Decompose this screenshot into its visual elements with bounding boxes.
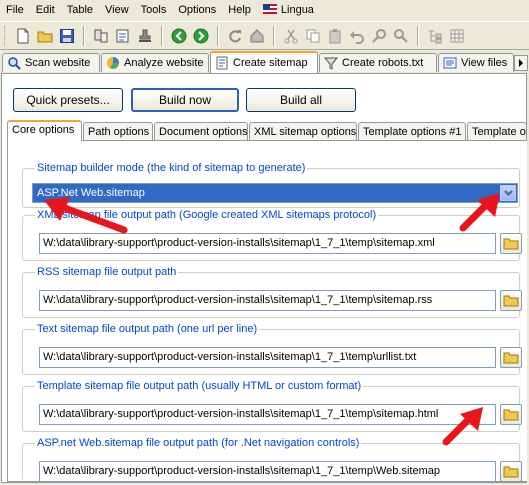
aspnet-path-input[interactable]: W:\data\library-support\product-version-…: [39, 461, 496, 482]
text-browse-button[interactable]: [500, 347, 522, 368]
menu-table[interactable]: Table: [61, 0, 99, 20]
tab-view-files[interactable]: View files: [438, 53, 514, 72]
text-path-label: Text sitemap file output path (one url p…: [35, 323, 260, 335]
save-icon[interactable]: [57, 26, 77, 46]
menu-tools[interactable]: Tools: [135, 0, 173, 20]
toolbar-icon-4[interactable]: [91, 26, 111, 46]
view-files-icon: [443, 57, 457, 69]
annotation-arrow-aspnet: [442, 407, 483, 446]
tab-scan-website-label: Scan website: [25, 57, 91, 69]
menu-options[interactable]: Options: [172, 0, 222, 20]
folder-icon: [503, 238, 519, 250]
text-path-input[interactable]: W:\data\library-support\product-version-…: [39, 347, 496, 368]
subtab-template-options-1[interactable]: Template options #1: [358, 122, 466, 140]
menu-file[interactable]: File: [0, 0, 30, 20]
toolbar-icon-5[interactable]: [113, 26, 133, 46]
us-flag-icon: [262, 4, 277, 14]
tab-scroll-button[interactable]: [514, 55, 528, 71]
annotation-arrow-dropdown: [459, 193, 500, 232]
new-icon[interactable]: [13, 26, 33, 46]
forward-icon[interactable]: [191, 26, 211, 46]
template-path-label: Template sitemap file output path (usual…: [35, 380, 364, 392]
subtab-template-options-2[interactable]: Template o: [467, 122, 527, 140]
undo-icon[interactable]: [347, 26, 367, 46]
tab-create-robots[interactable]: Create robots.txt: [319, 53, 437, 72]
create-sitemap-icon: [216, 56, 228, 70]
grid-icon[interactable]: [447, 26, 467, 46]
builder-mode-label: Sitemap builder mode (the kind of sitema…: [35, 162, 308, 174]
rss-path-label: RSS sitemap file output path: [35, 266, 179, 278]
scan-icon: [8, 57, 21, 70]
back-icon[interactable]: [169, 26, 189, 46]
copy-icon[interactable]: [303, 26, 323, 46]
tab-scan-website[interactable]: Scan website: [2, 53, 100, 72]
tab-analyze-website[interactable]: Analyze website: [101, 53, 209, 72]
cut-icon[interactable]: [281, 26, 301, 46]
toolbar-separator: [217, 25, 219, 46]
home-icon[interactable]: [247, 26, 267, 46]
tab-create-sitemap-label: Create sitemap: [233, 57, 308, 69]
template-browse-button[interactable]: [500, 404, 522, 425]
build-all-button[interactable]: Build all: [246, 88, 356, 112]
aspnet-path-label: ASP.net Web.sitemap file output path (fo…: [35, 437, 362, 449]
toolbar-separator: [417, 25, 419, 46]
robots-icon: [324, 57, 338, 70]
tab-create-robots-label: Create robots.txt: [342, 57, 424, 69]
xml-browse-button[interactable]: [500, 233, 522, 254]
folder-icon: [503, 466, 519, 478]
toolbar: [0, 21, 529, 50]
template-path-input[interactable]: W:\data\library-support\product-version-…: [39, 404, 496, 425]
tree-icon[interactable]: [425, 26, 445, 46]
analyze-icon: [107, 57, 119, 69]
find-icon[interactable]: [369, 26, 389, 46]
subtab-document-options[interactable]: Document options: [154, 122, 248, 140]
subtab-path-options[interactable]: Path options: [83, 122, 153, 140]
build-now-button[interactable]: Build now: [131, 88, 239, 112]
stamp-icon[interactable]: [135, 26, 155, 46]
menu-lingua-label: Lingua: [280, 4, 314, 16]
tab-create-sitemap[interactable]: Create sitemap: [210, 51, 318, 73]
main-tab-strip: Scan website Analyze website Create site…: [0, 51, 529, 73]
toolbar-separator: [83, 25, 85, 46]
toolbar-separator: [273, 25, 275, 46]
menu-view[interactable]: View: [99, 0, 135, 20]
toolbar-grip[interactable]: [4, 25, 8, 46]
rss-browse-button[interactable]: [500, 290, 522, 311]
quick-presets-button[interactable]: Quick presets...: [13, 88, 123, 112]
text-path-group: Text sitemap file output path (one url p…: [22, 323, 522, 375]
rss-path-input[interactable]: W:\data\library-support\product-version-…: [39, 290, 496, 311]
menu-help[interactable]: Help: [222, 0, 257, 20]
rss-path-group: RSS sitemap file output path W:\data\lib…: [22, 266, 522, 318]
tab-view-files-label: View files: [461, 57, 508, 69]
folder-icon: [503, 409, 519, 421]
subtab-xml-sitemap-options[interactable]: XML sitemap options: [249, 122, 357, 140]
open-icon[interactable]: [35, 26, 55, 46]
subtab-core-options[interactable]: Core options: [7, 120, 82, 141]
menu-edit[interactable]: Edit: [30, 0, 61, 20]
tab-scroll-right-icon: [519, 59, 523, 67]
tab-analyze-website-label: Analyze website: [124, 57, 204, 69]
search-icon[interactable]: [391, 26, 411, 46]
toolbar-separator: [161, 25, 163, 46]
menu-bar: File Edit Table View Tools Options Help …: [0, 0, 529, 20]
annotation-arrow-left: [44, 197, 128, 234]
menu-lingua[interactable]: Lingua: [257, 0, 320, 20]
paste-icon[interactable]: [325, 26, 345, 46]
refresh-icon[interactable]: [225, 26, 245, 46]
folder-icon: [503, 352, 519, 364]
xml-path-input[interactable]: W:\data\library-support\product-version-…: [39, 233, 496, 254]
aspnet-browse-button[interactable]: [500, 461, 522, 482]
folder-icon: [503, 295, 519, 307]
